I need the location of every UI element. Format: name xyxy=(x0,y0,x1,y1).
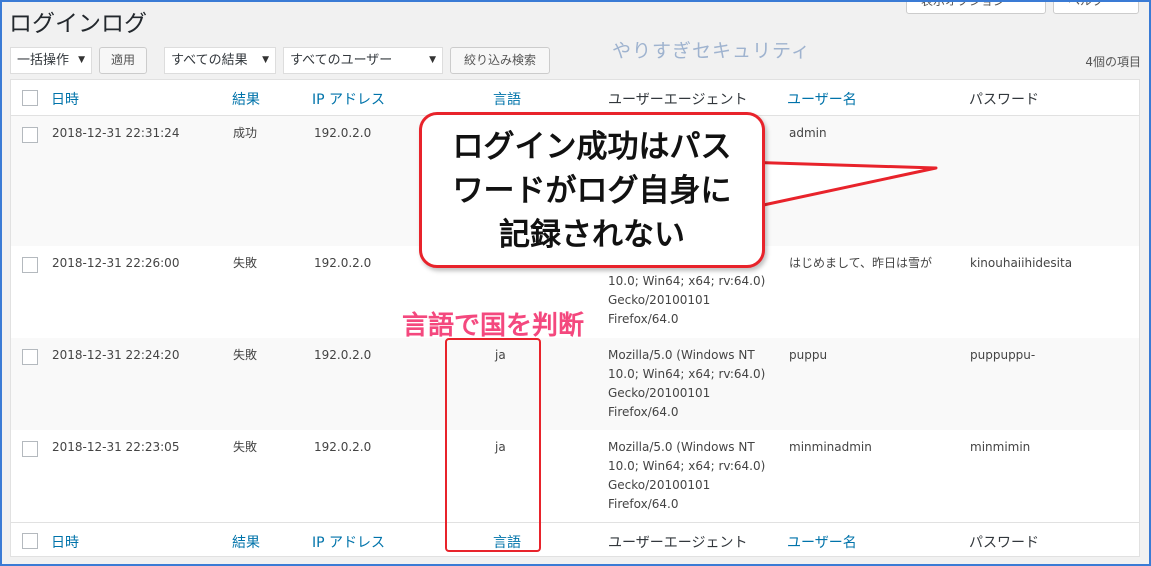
callout-line-1: ログイン成功はパス xyxy=(452,129,732,165)
callout-tail xyxy=(740,160,938,212)
row-user-agent: Mozilla/5.0 (Windows NT 10.0; Win64; x64… xyxy=(608,348,766,419)
column-header-user-agent: ユーザーエージェント xyxy=(608,92,748,108)
column-footer-user-agent: ユーザーエージェント xyxy=(608,535,748,551)
row-datetime: 2018-12-31 22:26:00 xyxy=(52,256,180,270)
callout-line-3: 記録されない xyxy=(499,217,685,253)
help-button[interactable]: ヘルプ xyxy=(1053,0,1139,14)
table-row: 2018-12-31 22:23:05 失敗 192.0.2.0 ja Mozi… xyxy=(11,430,1139,522)
select-all-checkbox-footer[interactable] xyxy=(22,533,38,549)
row-datetime: 2018-12-31 22:23:05 xyxy=(52,440,180,454)
bulk-action-select[interactable]: 一括操作 ▼ xyxy=(10,47,92,74)
column-header-language[interactable]: 言語 xyxy=(493,89,521,109)
column-footer-datetime[interactable]: 日時 xyxy=(51,532,79,552)
column-header-password: パスワード xyxy=(969,92,1039,108)
row-datetime: 2018-12-31 22:24:20 xyxy=(52,348,180,362)
chevron-down-icon: ▼ xyxy=(78,55,85,65)
row-user-agent: Mozilla/5.0 (Windows NT 10.0; Win64; x64… xyxy=(608,440,766,511)
item-count: 4個の項目 xyxy=(1085,55,1141,69)
table-row: 2018-12-31 22:24:20 失敗 192.0.2.0 ja Mozi… xyxy=(11,338,1139,430)
table-header: 日時 結果 IP アドレス 言語 ユーザーエージェント ユーザー名 パスワード xyxy=(11,80,1139,116)
results-filter-select[interactable]: すべての結果 ▼ xyxy=(164,47,276,74)
row-password: puppuppu- xyxy=(970,348,1036,362)
row-user-agent: 10.0; Win64; x64; rv:64.0) Gecko/2010010… xyxy=(608,274,766,326)
column-footer-password: パスワード xyxy=(969,535,1039,551)
column-header-datetime[interactable]: 日時 xyxy=(51,89,79,109)
user-filter-select[interactable]: すべてのユーザー ▼ xyxy=(283,47,443,74)
row-username: minminadmin xyxy=(789,440,872,454)
language-annotation: 言語で国を判断 xyxy=(402,311,585,341)
column-header-ip[interactable]: IP アドレス xyxy=(312,89,385,109)
user-filter-label: すべてのユーザー xyxy=(290,53,393,68)
table-footer: 日時 結果 IP アドレス 言語 ユーザーエージェント ユーザー名 パスワード xyxy=(11,522,1139,558)
row-checkbox[interactable] xyxy=(22,349,38,365)
row-password: kinouhaiihidesita xyxy=(970,256,1073,270)
language-highlight-box xyxy=(445,338,541,552)
row-username: puppu xyxy=(789,348,828,362)
results-filter-label: すべての結果 xyxy=(171,53,248,68)
bulk-action-label: 一括操作 xyxy=(17,53,70,68)
row-ip: 192.0.2.0 xyxy=(314,348,372,362)
row-ip: 192.0.2.0 xyxy=(314,256,372,270)
callout-line-2: ワードがログ自身に xyxy=(452,173,732,209)
column-footer-result[interactable]: 結果 xyxy=(232,532,260,552)
column-header-username[interactable]: ユーザー名 xyxy=(787,89,857,109)
callout-bubble: ログイン成功はパス ワードがログ自身に 記録されない xyxy=(419,112,765,268)
row-checkbox[interactable] xyxy=(22,127,38,143)
row-username: はじめまして、昨日は雪が xyxy=(789,256,933,270)
column-header-result[interactable]: 結果 xyxy=(232,89,260,109)
row-checkbox[interactable] xyxy=(22,257,38,273)
filter-search-button[interactable]: 絞り込み検索 xyxy=(450,47,550,74)
row-ip: 192.0.2.0 xyxy=(314,126,372,140)
row-datetime: 2018-12-31 22:31:24 xyxy=(52,126,180,140)
column-footer-username[interactable]: ユーザー名 xyxy=(787,532,857,552)
watermark-text: やりすぎセキュリティ xyxy=(612,40,811,62)
row-username: admin xyxy=(789,126,827,140)
screen-options-button[interactable]: 表示オプション xyxy=(906,0,1046,14)
page-title: ログインログ xyxy=(9,11,147,37)
apply-button[interactable]: 適用 xyxy=(99,47,147,74)
select-all-checkbox[interactable] xyxy=(22,90,38,106)
chevron-down-icon: ▼ xyxy=(262,55,269,65)
row-result: 失敗 xyxy=(233,256,258,270)
row-result: 失敗 xyxy=(233,440,258,454)
row-ip: 192.0.2.0 xyxy=(314,440,372,454)
row-checkbox[interactable] xyxy=(22,441,38,457)
chevron-down-icon: ▼ xyxy=(429,55,436,65)
row-result: 失敗 xyxy=(233,348,258,362)
column-footer-ip[interactable]: IP アドレス xyxy=(312,532,385,552)
row-password: minmimin xyxy=(970,440,1031,454)
row-result: 成功 xyxy=(233,126,258,140)
